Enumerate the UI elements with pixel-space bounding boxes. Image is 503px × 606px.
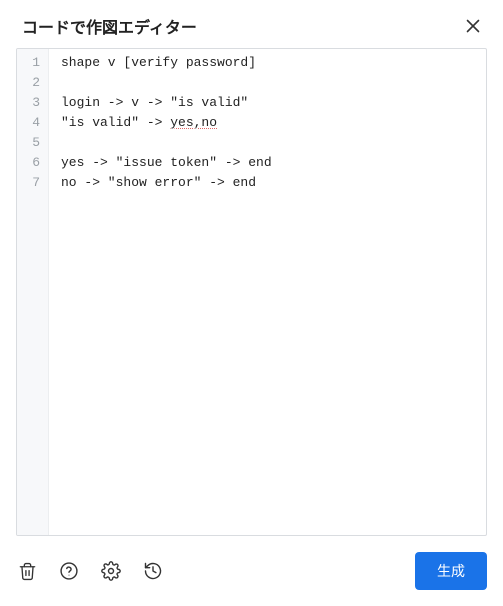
delete-button[interactable] bbox=[16, 560, 38, 582]
code-line bbox=[61, 133, 486, 153]
gear-icon bbox=[101, 561, 121, 581]
close-button[interactable] bbox=[461, 14, 485, 38]
line-number-gutter: 1234567 bbox=[17, 49, 49, 535]
code-line: no -> "show error" -> end bbox=[61, 173, 486, 193]
panel-title: コードで作図エディター bbox=[22, 14, 197, 38]
spell-error: yes,no bbox=[170, 115, 217, 130]
code-editor-panel: コードで作図エディター 1234567 shape v [verify pass… bbox=[0, 0, 503, 606]
generate-button[interactable]: 生成 bbox=[415, 552, 487, 590]
line-number: 2 bbox=[17, 73, 48, 93]
code-line: login -> v -> "is valid" bbox=[61, 93, 486, 113]
trash-icon bbox=[18, 562, 37, 581]
panel-footer: 生成 bbox=[0, 544, 503, 606]
code-line: shape v [verify password] bbox=[61, 53, 486, 73]
line-number: 1 bbox=[17, 53, 48, 73]
line-number: 5 bbox=[17, 133, 48, 153]
help-button[interactable] bbox=[58, 560, 80, 582]
line-number: 6 bbox=[17, 153, 48, 173]
history-button[interactable] bbox=[142, 560, 164, 582]
footer-actions bbox=[16, 560, 164, 582]
settings-button[interactable] bbox=[100, 560, 122, 582]
help-icon bbox=[59, 561, 79, 581]
panel-header: コードで作図エディター bbox=[0, 0, 503, 48]
code-content[interactable]: shape v [verify password] login -> v -> … bbox=[49, 49, 486, 535]
code-line: yes -> "issue token" -> end bbox=[61, 153, 486, 173]
history-icon bbox=[143, 561, 163, 581]
line-number: 7 bbox=[17, 173, 48, 193]
line-number: 4 bbox=[17, 113, 48, 133]
code-editor[interactable]: 1234567 shape v [verify password] login … bbox=[16, 48, 487, 536]
close-icon bbox=[465, 18, 481, 34]
code-line bbox=[61, 73, 486, 93]
line-number: 3 bbox=[17, 93, 48, 113]
code-line: "is valid" -> yes,no bbox=[61, 113, 486, 133]
